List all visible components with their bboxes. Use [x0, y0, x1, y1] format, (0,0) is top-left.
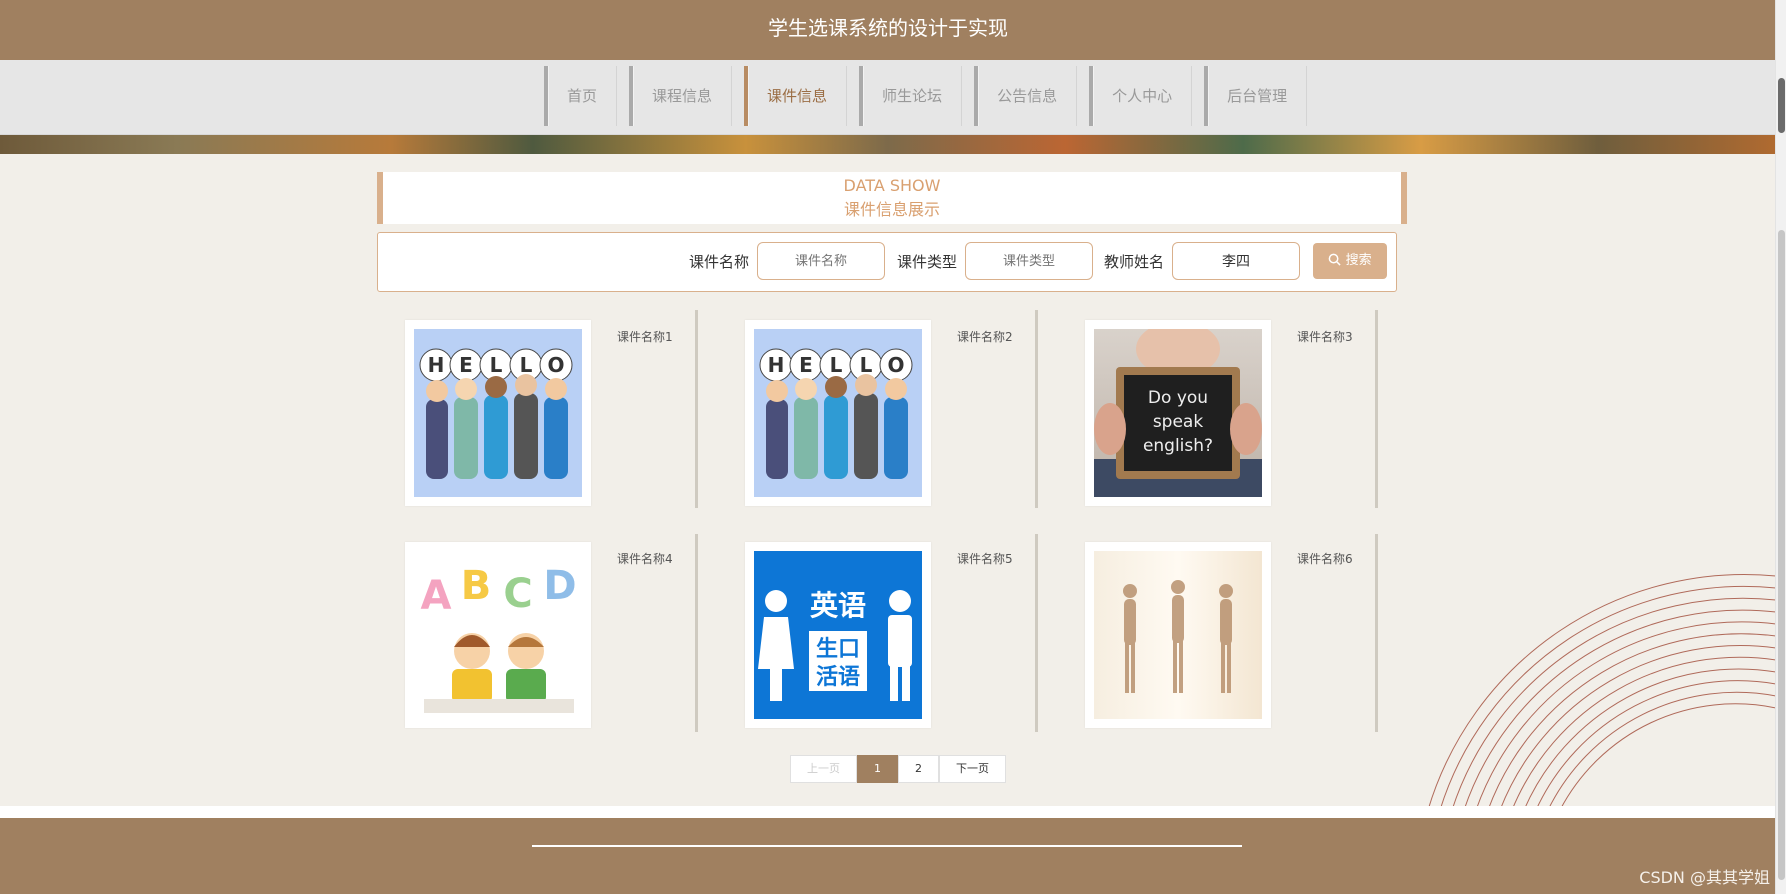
decorative-arcs [1427, 573, 1776, 810]
search-button-label: 搜索 [1345, 253, 1372, 268]
dancers-image [1094, 551, 1262, 719]
search-button[interactable]: 搜索 [1313, 243, 1387, 279]
courseware-title[interactable]: 课件名称5 [957, 550, 1013, 567]
svg-text:B: B [461, 563, 492, 609]
svg-text:E: E [799, 353, 813, 377]
svg-text:L: L [860, 353, 873, 377]
svg-text:speak: speak [1153, 412, 1204, 432]
svg-text:H: H [768, 353, 785, 377]
courseware-thumbnail[interactable]: 英语 生口 活语 [745, 542, 931, 728]
courseware-thumbnail[interactable]: H E L L O [405, 320, 591, 506]
main-nav: 首页 课程信息 课件信息 师生论坛 公告信息 个人中心 后台管理 [0, 60, 1776, 135]
page-scrollbar[interactable] [1775, 0, 1786, 894]
footer-divider [532, 845, 1242, 847]
search-group-name: 课件名称 [689, 242, 886, 280]
svg-text:english?: english? [1143, 436, 1213, 456]
courseware-title[interactable]: 课件名称2 [957, 328, 1013, 345]
svg-text:H: H [428, 353, 445, 377]
nav-item-profile[interactable]: 个人中心 [1089, 66, 1193, 126]
svg-text:A: A [421, 573, 452, 619]
courseware-card[interactable]: Do you speak english? 课件名称3 [1085, 320, 1425, 510]
courseware-thumbnail[interactable]: Do you speak english? [1085, 320, 1271, 506]
search-group-type: 课件类型 [897, 242, 1094, 280]
teacher-name-input[interactable] [1172, 242, 1301, 280]
courseware-name-label: 课件名称 [689, 252, 750, 271]
courseware-thumbnail[interactable]: H E L L O [745, 320, 931, 506]
nav-list: 首页 课程信息 课件信息 师生论坛 公告信息 个人中心 后台管理 [544, 66, 1308, 126]
svg-text:E: E [459, 353, 473, 377]
courseware-type-input[interactable] [965, 242, 1094, 280]
courseware-title[interactable]: 课件名称1 [617, 328, 673, 345]
sign-text-3: 活语 [816, 665, 860, 690]
card-divider [1035, 534, 1038, 732]
sign-text-2: 生口 [816, 637, 860, 662]
nav-item-admin[interactable]: 后台管理 [1204, 66, 1308, 126]
nav-item-courses[interactable]: 课程信息 [629, 66, 733, 126]
courseware-grid: H E L L O 课件名称1 H E L L O 课件名称2 Do you s… [400, 310, 1380, 738]
svg-text:L: L [490, 353, 503, 377]
search-bar: 课件名称 课件类型 教师姓名 搜索 [377, 232, 1397, 292]
courseware-card[interactable]: H E L L O 课件名称2 [745, 320, 1085, 510]
courseware-type-label: 课件类型 [897, 252, 958, 271]
hello-kids-image: H E L L O [754, 329, 922, 497]
nav-item-announcements[interactable]: 公告信息 [974, 66, 1078, 126]
search-icon [1328, 253, 1345, 268]
courseware-card[interactable]: 课件名称6 [1085, 542, 1425, 732]
card-divider [695, 310, 698, 508]
scrollbar-track-fill[interactable] [1778, 230, 1785, 880]
abcd-kids-image: A B C D [414, 551, 582, 719]
courseware-title[interactable]: 课件名称3 [1297, 328, 1353, 345]
card-divider [1375, 310, 1378, 508]
svg-text:O: O [887, 353, 904, 377]
svg-text:L: L [520, 353, 533, 377]
site-title: 学生选课系统的设计于实现 [768, 16, 1008, 40]
site-footer [0, 818, 1776, 894]
courseware-title[interactable]: 课件名称4 [617, 550, 673, 567]
svg-text:Do you: Do you [1148, 388, 1208, 408]
banner-image [0, 135, 1776, 154]
prev-page-button[interactable]: 上一页 [790, 755, 857, 783]
next-page-button[interactable]: 下一页 [939, 755, 1006, 783]
courseware-thumbnail[interactable]: A B C D [405, 542, 591, 728]
chalkboard-image: Do you speak english? [1094, 329, 1262, 497]
courseware-card[interactable]: 英语 生口 活语 课件名称5 [745, 542, 1085, 732]
hello-kids-image: H E L L O [414, 329, 582, 497]
pagination: 上一页 1 2 下一页 [790, 755, 1006, 783]
section-title-en: DATA SHOW [843, 176, 941, 195]
scrollbar-thumb[interactable] [1778, 78, 1785, 133]
site-header: 学生选课系统的设计于实现 [0, 0, 1776, 60]
courseware-title[interactable]: 课件名称6 [1297, 550, 1353, 567]
page-2-button[interactable]: 2 [898, 755, 939, 783]
card-divider [1375, 534, 1378, 732]
courseware-thumbnail[interactable] [1085, 542, 1271, 728]
nav-item-forum[interactable]: 师生论坛 [859, 66, 963, 126]
courseware-card[interactable]: H E L L O 课件名称1 [405, 320, 745, 510]
teacher-name-label: 教师姓名 [1104, 252, 1165, 271]
sign-text-1: 英语 [810, 589, 866, 622]
courseware-name-input[interactable] [757, 242, 886, 280]
section-title-cn: 课件信息展示 [843, 200, 940, 219]
svg-text:L: L [830, 353, 843, 377]
card-divider [695, 534, 698, 732]
card-divider [1035, 310, 1038, 508]
courseware-card[interactable]: A B C D 课件名称4 [405, 542, 745, 732]
search-group-teacher: 教师姓名 [1104, 242, 1301, 280]
svg-text:C: C [503, 571, 532, 617]
page-1-button[interactable]: 1 [857, 755, 898, 783]
nav-item-courseware[interactable]: 课件信息 [744, 66, 848, 126]
section-title-box: DATA SHOW 课件信息展示 [377, 172, 1407, 224]
spoken-english-image: 英语 生口 活语 [754, 551, 922, 719]
footer-spacer [0, 806, 1776, 818]
nav-item-home[interactable]: 首页 [544, 66, 618, 126]
watermark: CSDN @其其学姐 [1639, 868, 1770, 887]
svg-text:D: D [543, 563, 576, 609]
svg-text:O: O [547, 353, 564, 377]
